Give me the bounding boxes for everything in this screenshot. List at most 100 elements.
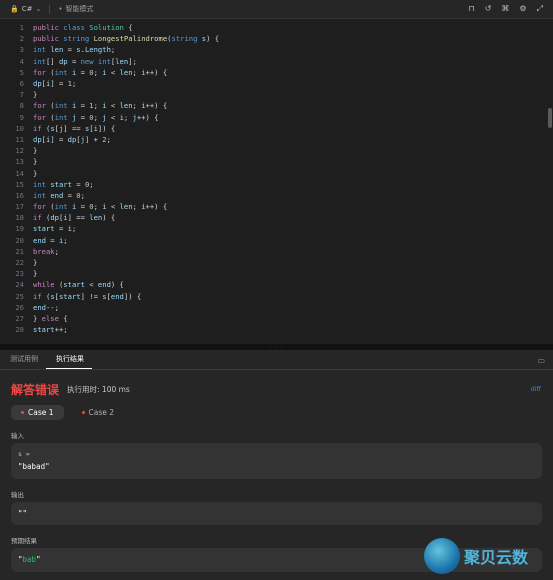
- code-line[interactable]: 1 public class Solution {: [0, 22, 553, 33]
- code-line[interactable]: 14}: [0, 167, 553, 178]
- code-text: }: [33, 157, 38, 167]
- language-label: C#: [21, 5, 33, 13]
- editor-toolbar: ⊓ ↺ ⌘ ⚙ ⤢: [468, 4, 543, 14]
- code-text: for (int i = 0; i < len; i++) {: [33, 67, 168, 77]
- case-label: Case 2: [88, 408, 115, 417]
- bookmark-icon[interactable]: ⊓: [468, 4, 474, 14]
- language-selector[interactable]: 🔒 C# ⌄: [10, 5, 41, 13]
- line-number: 10: [15, 123, 24, 133]
- code-line[interactable]: 8 for (int i = 1; i < len; i++) {: [0, 100, 553, 111]
- code-line[interactable]: 15 int start = 0;: [0, 179, 553, 190]
- code-line[interactable]: 26 end--;: [0, 302, 553, 313]
- code-line[interactable]: 18 if (dp[i] == len) {: [0, 212, 553, 223]
- code-text: public string LongestPalindrome(string s…: [33, 34, 220, 44]
- line-number: 21: [15, 246, 24, 256]
- line-number: 20: [15, 235, 24, 245]
- code-text: if (s[start] != s[end]) {: [33, 291, 142, 301]
- diff-link[interactable]: diff: [531, 385, 541, 393]
- code-text: dp[i] = dp[j] + 2;: [33, 134, 111, 144]
- reset-icon[interactable]: ↺: [485, 4, 492, 14]
- tab-testcase[interactable]: 测试用例: [0, 354, 46, 369]
- watermark-logo-icon: [424, 538, 460, 574]
- code-format-icon[interactable]: ⌘: [501, 4, 509, 14]
- tab-result[interactable]: 执行结果: [46, 354, 92, 369]
- line-number: 26: [15, 302, 24, 312]
- code-line[interactable]: 9 for (int j = 0; j < i; j++) {: [0, 112, 553, 123]
- collapse-panel-icon[interactable]: ▭: [537, 356, 545, 365]
- code-line[interactable]: 23}: [0, 268, 553, 279]
- code-text: }: [33, 90, 38, 100]
- case-tab-1[interactable]: Case 1: [11, 405, 64, 420]
- code-text: int start = 0;: [33, 179, 94, 189]
- code-text: }: [33, 168, 38, 178]
- case-tab-2[interactable]: Case 2: [72, 405, 125, 420]
- code-line[interactable]: 22}: [0, 257, 553, 268]
- output-value: "": [18, 509, 28, 518]
- code-line[interactable]: 21 break;: [0, 246, 553, 257]
- code-text: if (dp[i] == len) {: [33, 213, 116, 223]
- code-line[interactable]: 13}: [0, 156, 553, 167]
- code-line[interactable]: 3 int len = s.Length;: [0, 44, 553, 55]
- line-number: 13: [15, 157, 24, 167]
- mode-dot-icon: •: [58, 5, 63, 13]
- line-number: 25: [15, 291, 24, 301]
- line-number: 17: [15, 202, 24, 212]
- line-number: 4: [19, 56, 24, 66]
- code-text: break;: [33, 246, 59, 256]
- expected-core: bab: [22, 555, 37, 564]
- code-text: }: [33, 258, 38, 268]
- line-number: 8: [19, 101, 24, 111]
- code-lines: 1 public class Solution { 2 public string L…: [0, 19, 553, 335]
- watermark-text: 聚贝云数: [464, 548, 529, 567]
- input-value: "babad": [18, 462, 50, 471]
- mode-selector[interactable]: • 智能模式: [58, 4, 93, 14]
- code-line[interactable]: 19 start = i;: [0, 223, 553, 234]
- code-text: start = i;: [33, 224, 77, 234]
- watermark: 聚贝云数: [424, 538, 528, 574]
- code-line[interactable]: 5 for (int i = 0; i < len; i++) {: [0, 67, 553, 78]
- code-line[interactable]: 7}: [0, 89, 553, 100]
- panel-tabs: 测试用例 执行结果: [0, 350, 553, 370]
- code-line[interactable]: 24 while (start < end) {: [0, 279, 553, 290]
- code-text: int end = 0;: [33, 190, 85, 200]
- code-text: for (int i = 0; i < len; i++) {: [33, 202, 168, 212]
- code-line[interactable]: 27} else {: [0, 313, 553, 324]
- runtime-text: 执行用时: 100 ms: [67, 385, 130, 394]
- editor-topbar: 🔒 C# ⌄ • 智能模式 ⊓ ↺ ⌘ ⚙ ⤢: [0, 0, 553, 19]
- code-line[interactable]: 25 if (s[start] != s[end]) {: [0, 291, 553, 302]
- settings-icon[interactable]: ⚙: [519, 4, 526, 14]
- line-number: 11: [15, 134, 24, 144]
- code-editor[interactable]: 1 public class Solution { 2 public string L…: [0, 19, 553, 344]
- code-text: public class Solution {: [33, 23, 133, 33]
- code-line[interactable]: 12}: [0, 145, 553, 156]
- line-number: 5: [19, 67, 24, 77]
- line-number: 14: [15, 168, 24, 178]
- code-line[interactable]: 20 end = i;: [0, 235, 553, 246]
- code-line[interactable]: 17 for (int i = 0; i < len; i++) {: [0, 201, 553, 212]
- code-text: }: [33, 269, 38, 279]
- editor-scrollbar[interactable]: [548, 108, 552, 128]
- code-line[interactable]: 11 dp[i] = dp[j] + 2;: [0, 134, 553, 145]
- case-label: Case 1: [28, 408, 54, 417]
- fullscreen-icon[interactable]: ⤢: [537, 4, 543, 14]
- input-label: 输入: [11, 432, 24, 440]
- code-line[interactable]: 6 dp[i] = 1;: [0, 78, 553, 89]
- error-dot-icon: [81, 411, 85, 414]
- code-text: int[] dp = new int[len];: [33, 56, 137, 66]
- code-line[interactable]: 28 start++;: [0, 324, 553, 335]
- line-number: 9: [19, 112, 24, 122]
- code-text: } else {: [33, 313, 68, 323]
- code-text: }: [33, 146, 38, 156]
- line-number: 19: [15, 224, 24, 234]
- line-number: 12: [15, 146, 24, 156]
- code-line[interactable]: 2 public string LongestPalindrome(string …: [0, 33, 553, 44]
- line-number: 2: [19, 34, 24, 44]
- line-number: 1: [19, 23, 24, 33]
- result-header: 解答错误 执行用时: 100 ms: [11, 381, 130, 398]
- code-text: for (int i = 1; i < len; i++) {: [33, 101, 168, 111]
- code-line[interactable]: 16 int end = 0;: [0, 190, 553, 201]
- code-line[interactable]: 10 if (s[j] == s[i]) {: [0, 123, 553, 134]
- line-number: 16: [15, 190, 24, 200]
- case-tabs: Case 1 Case 2: [11, 405, 124, 420]
- code-line[interactable]: 4 int[] dp = new int[len];: [0, 56, 553, 67]
